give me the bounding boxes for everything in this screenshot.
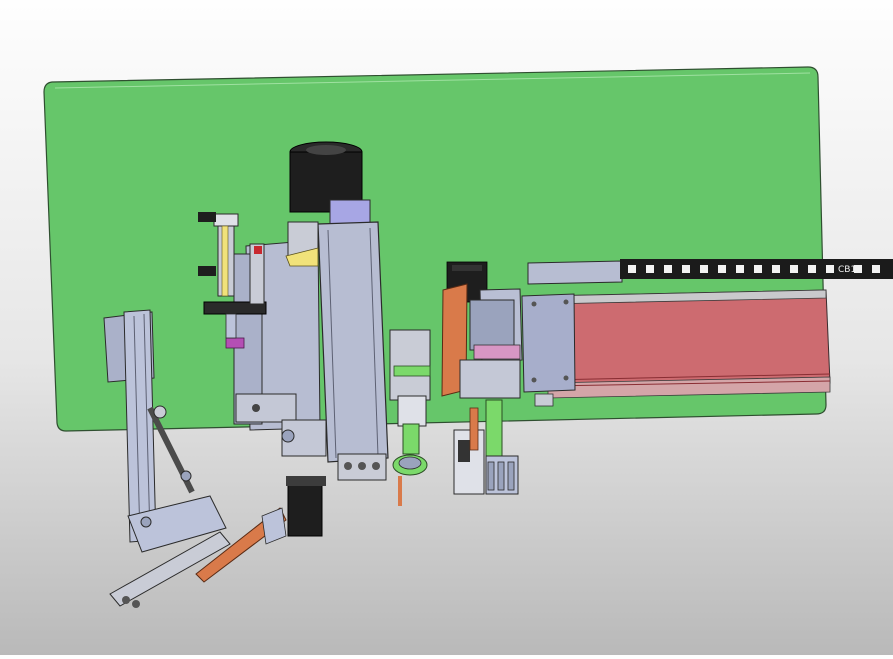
linear-module[interactable] — [544, 289, 831, 399]
cable-chain-label: CB1 — [838, 265, 856, 275]
gripper-assembly-right[interactable] — [441, 261, 523, 495]
cad-viewport[interactable]: CB1 — [0, 0, 893, 655]
carriage-plate[interactable] — [521, 293, 576, 407]
